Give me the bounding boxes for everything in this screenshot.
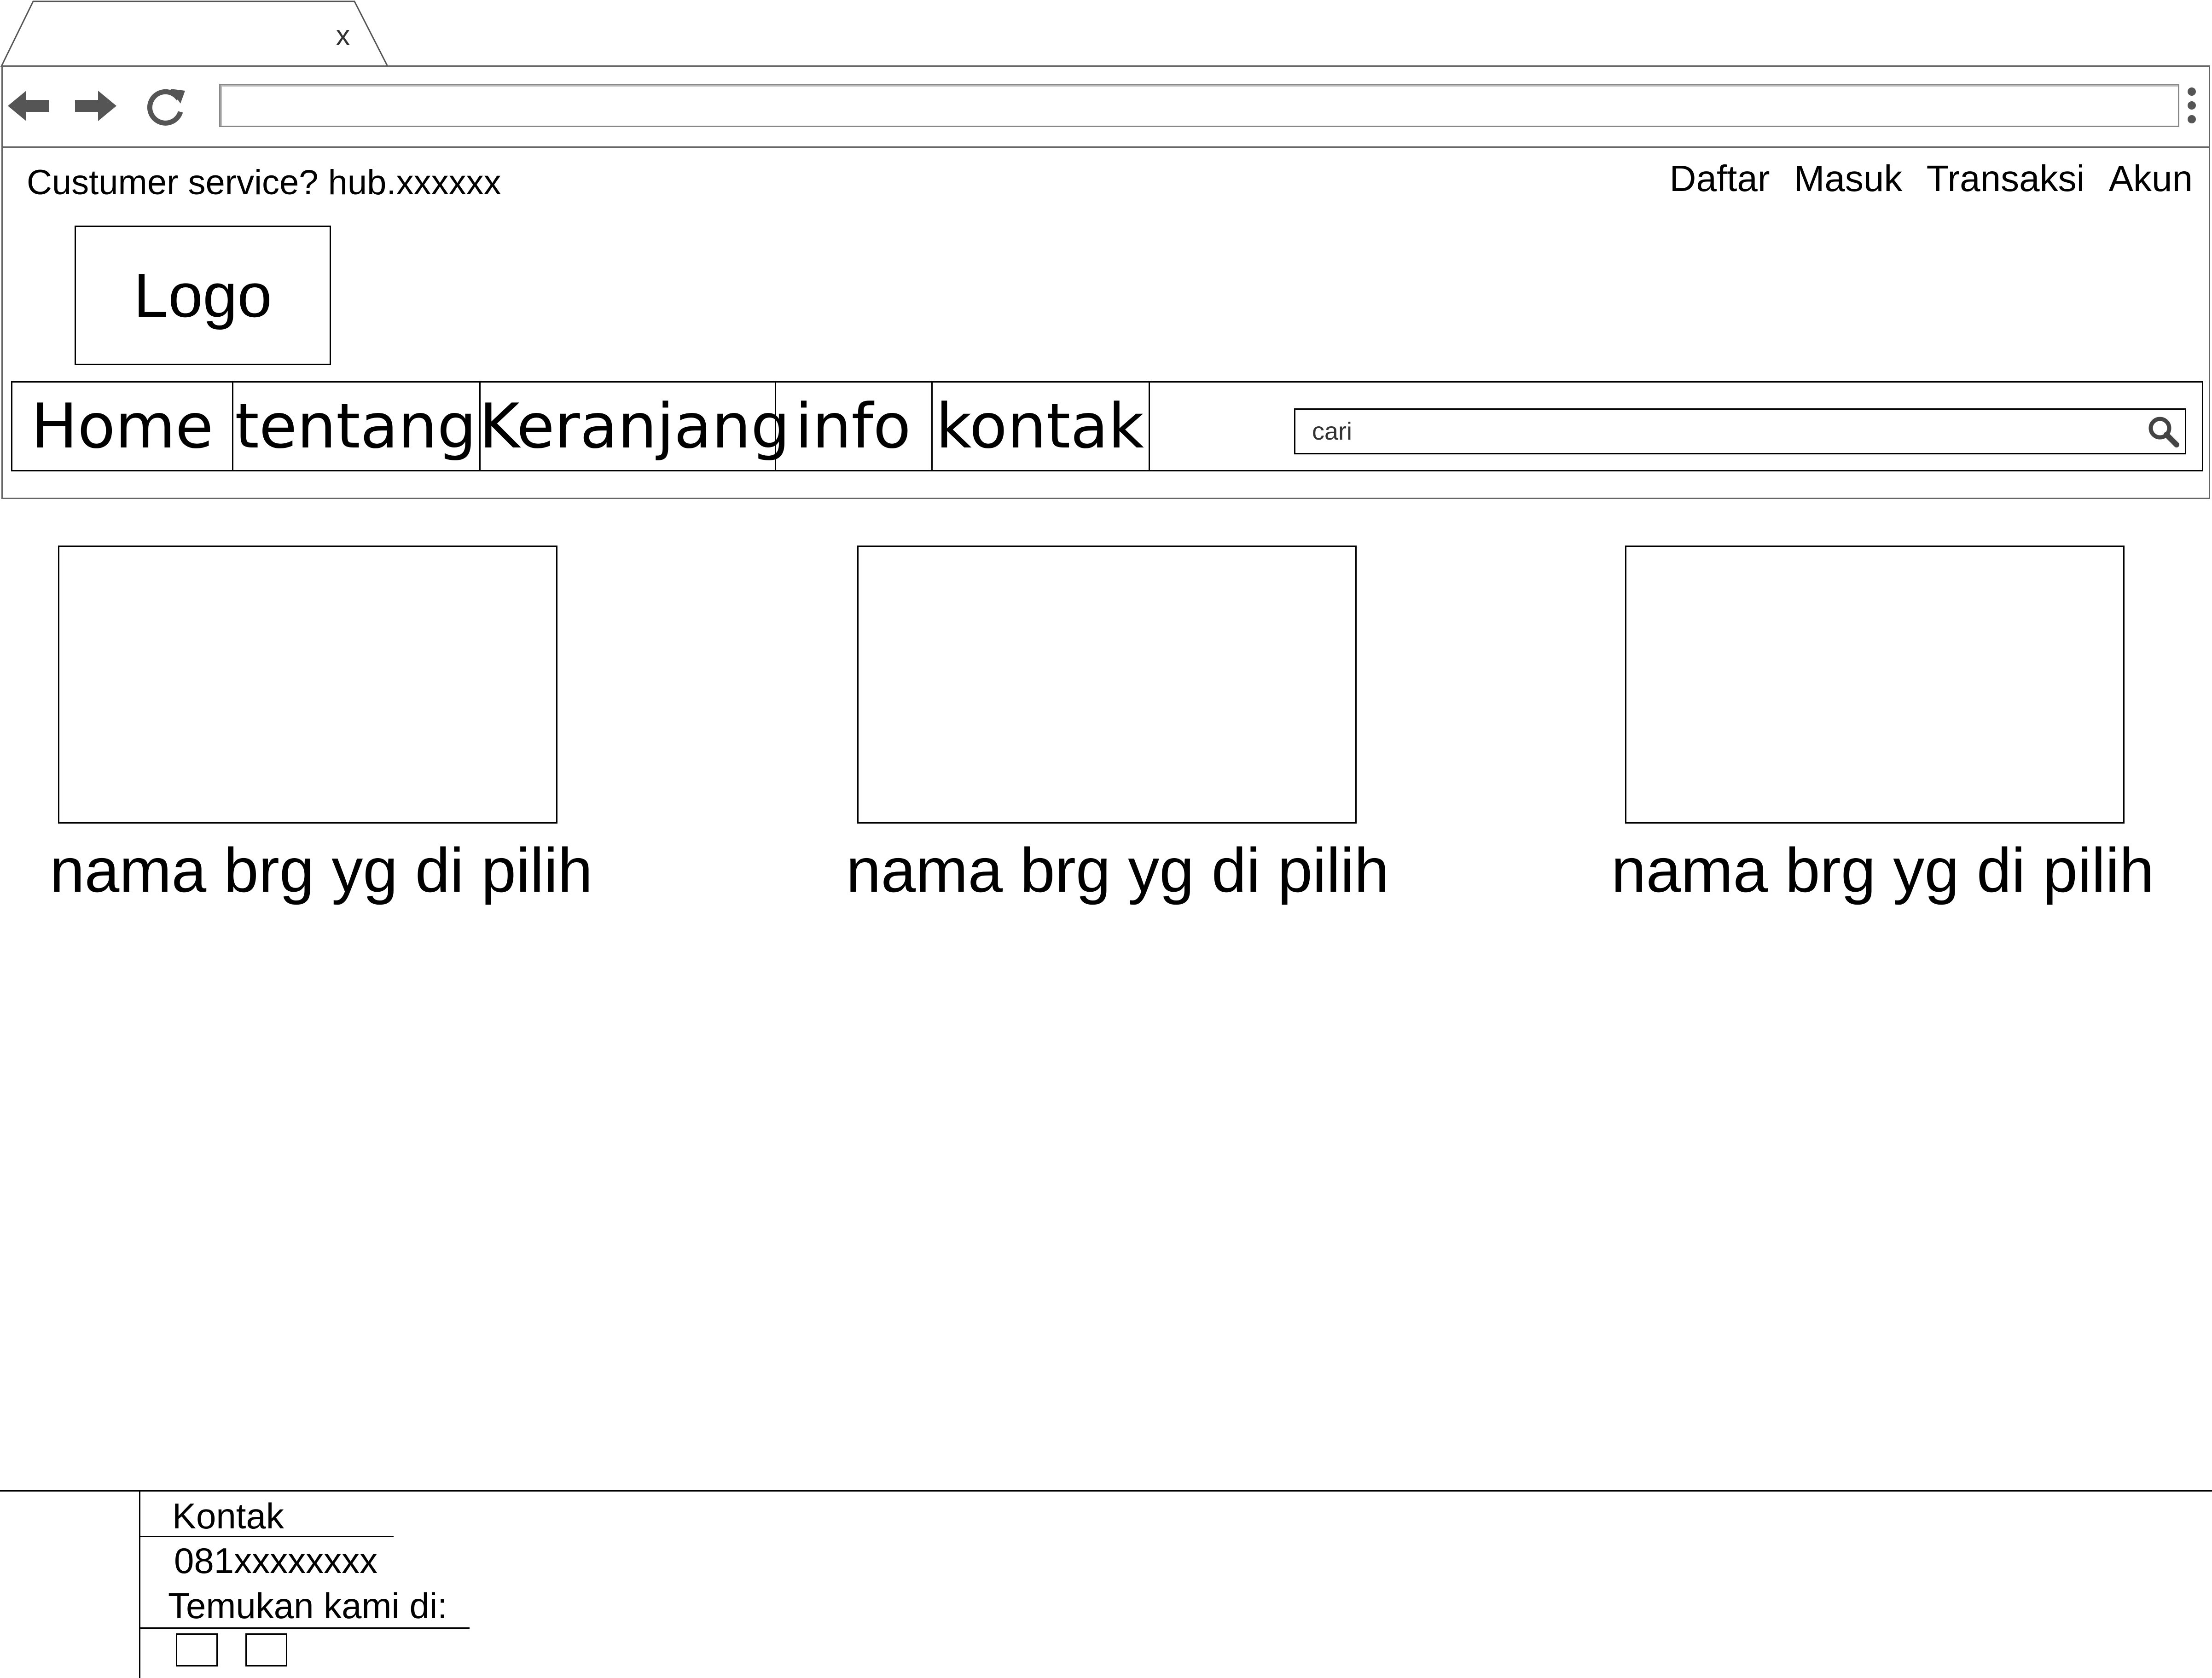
- footer-underline-2: [140, 1627, 470, 1629]
- social-link-1[interactable]: [176, 1633, 218, 1666]
- footer-underline: [140, 1536, 394, 1537]
- transaksi-link[interactable]: Transaksi: [1927, 158, 2085, 199]
- logo[interactable]: Logo: [75, 226, 331, 365]
- search-input[interactable]: cari: [1294, 408, 2186, 454]
- footer-kontak-title: Kontak: [172, 1496, 284, 1536]
- masuk-link[interactable]: Masuk: [1794, 158, 1903, 199]
- footer-phone: 081xxxxxxxx: [174, 1540, 378, 1581]
- product-name-1[interactable]: nama brg yg di pilih: [50, 833, 592, 907]
- nav-item-home[interactable]: Home: [12, 383, 233, 470]
- product-name-2[interactable]: nama brg yg di pilih: [846, 833, 1389, 907]
- nav-item-kontak[interactable]: kontak: [931, 383, 1150, 470]
- product-image-3[interactable]: [1625, 546, 2125, 824]
- back-arrow-icon[interactable]: [6, 81, 52, 131]
- reload-icon[interactable]: [143, 81, 189, 131]
- product-image-2[interactable]: [857, 546, 1357, 824]
- browser-menu-icon[interactable]: [2182, 84, 2200, 128]
- forward-arrow-icon[interactable]: [73, 81, 119, 131]
- footer-find-us: Temukan kami di:: [168, 1585, 447, 1626]
- logo-label: Logo: [134, 261, 272, 330]
- daftar-link[interactable]: Daftar: [1670, 158, 1770, 199]
- nav-item-info[interactable]: info: [775, 383, 933, 470]
- footer-divider: [0, 1490, 2212, 1492]
- footer-vertical-divider: [139, 1490, 140, 1678]
- search-icon[interactable]: [2147, 415, 2180, 448]
- account-links: Daftar Masuk Transaksi Akun: [1656, 157, 2193, 201]
- tab-close-button[interactable]: x: [329, 17, 357, 54]
- address-bar[interactable]: [219, 84, 2179, 127]
- nav-item-tentang[interactable]: tentang: [232, 383, 481, 470]
- nav-item-keranjang[interactable]: Keranjang: [479, 383, 790, 470]
- search-placeholder: cari: [1312, 418, 1353, 445]
- akun-link[interactable]: Akun: [2109, 158, 2193, 199]
- customer-service-text: Custumer service? hub.xxxxxx: [27, 163, 501, 202]
- toolbar-divider: [1, 146, 2210, 148]
- social-link-2[interactable]: [245, 1633, 287, 1666]
- product-image-1[interactable]: [58, 546, 557, 824]
- main-nav: Home tentang Keranjang info kontak cari: [11, 381, 2203, 471]
- product-name-3[interactable]: nama brg yg di pilih: [1611, 833, 2154, 907]
